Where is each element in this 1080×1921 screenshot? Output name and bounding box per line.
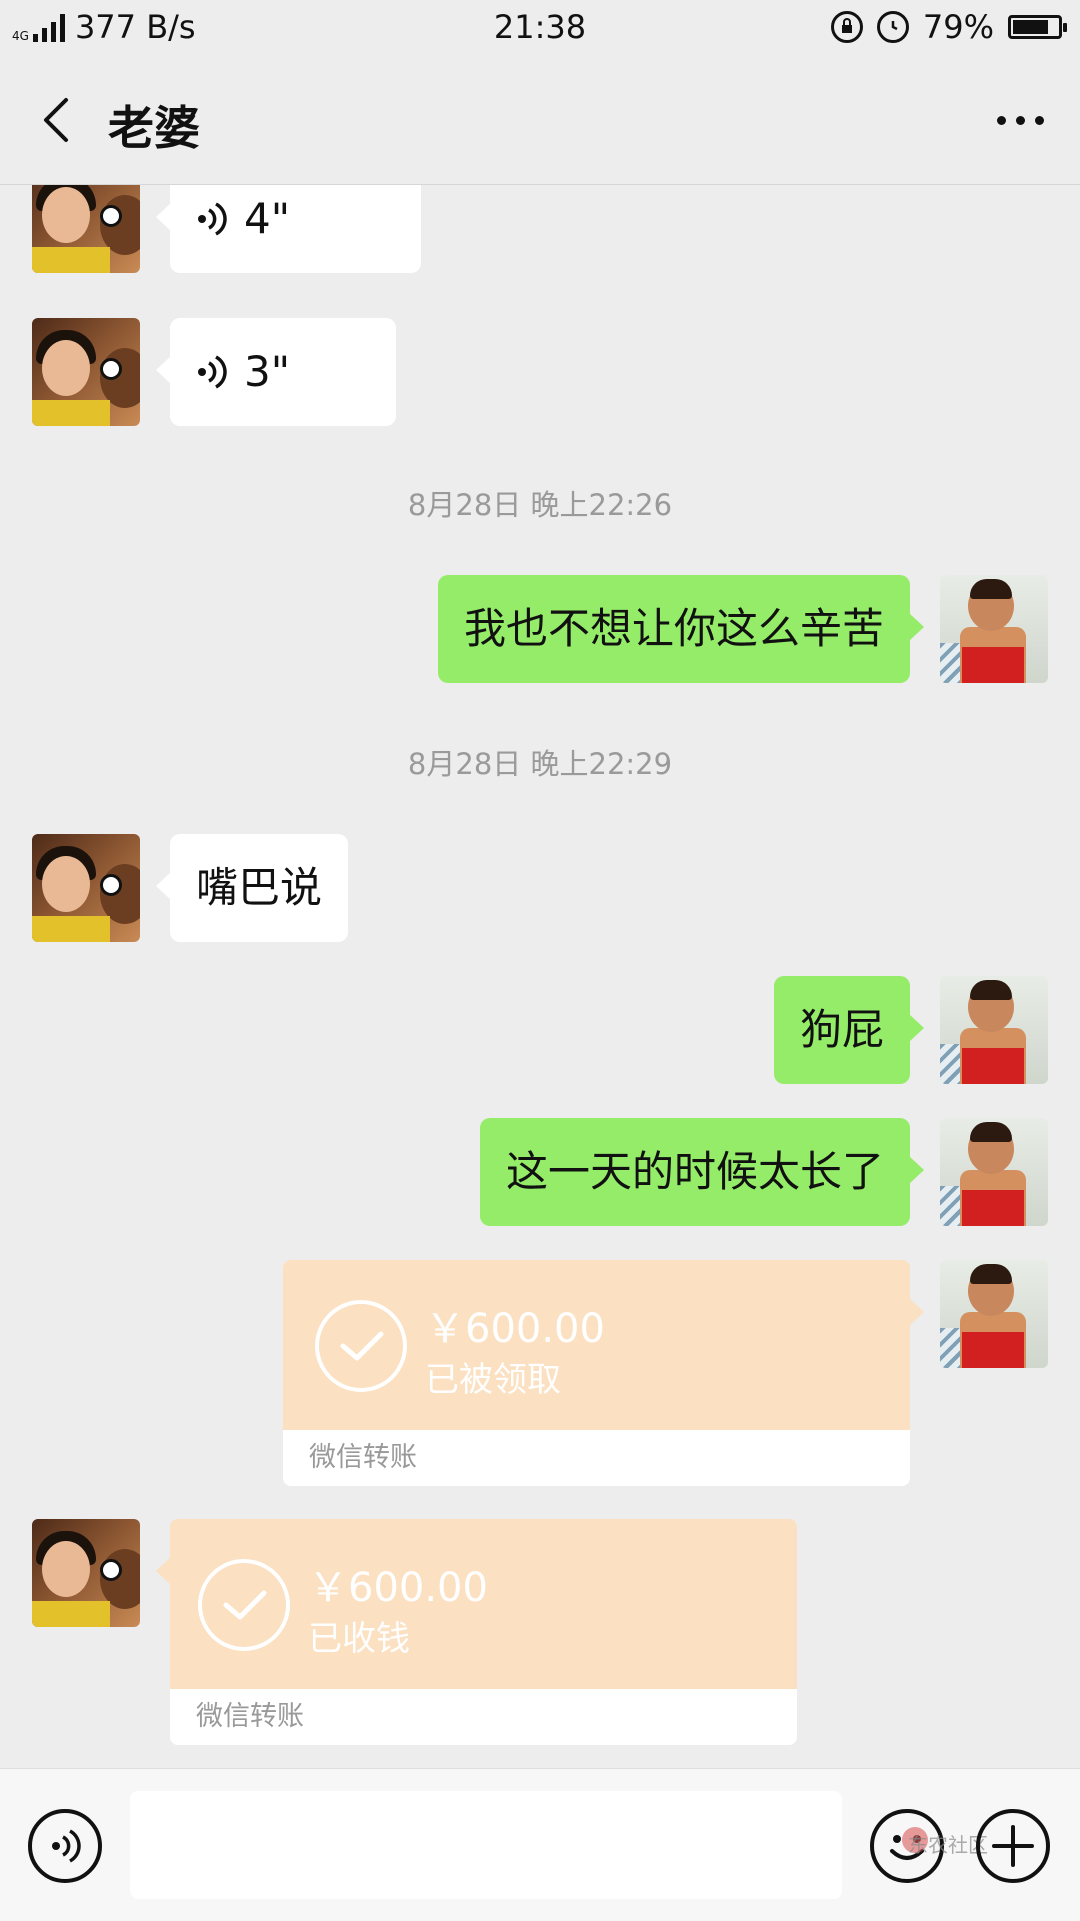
chat-header: 老婆 (0, 56, 1080, 185)
transfer-amount: ￥600.00 (425, 1306, 605, 1352)
battery-percent: 79% (922, 8, 994, 46)
chat-title: 老婆 (108, 101, 200, 155)
text-bubble[interactable]: 这一天的时候太长了 (479, 1118, 925, 1226)
check-icon (315, 1300, 407, 1392)
text-bubble[interactable]: 我也不想让你这么辛苦 (437, 575, 925, 683)
voice-bubble[interactable]: 3" (156, 318, 396, 426)
message-text-incoming: 嘴巴说 (0, 834, 1080, 942)
message-voice-incoming: 4" (0, 185, 1080, 273)
text-bubble[interactable]: 嘴巴说 (155, 834, 349, 942)
message-list[interactable]: 4" 3" 8月28日 晚上22:26 我也不想让你这么辛苦 8月28日 晚上2… (0, 185, 1080, 1767)
transfer-card[interactable]: ￥600.00 已收钱 微信转账 (156, 1519, 797, 1745)
clock: 21:38 (493, 8, 587, 46)
avatar[interactable] (32, 1519, 140, 1627)
timestamp: 8月28日 晚上22:29 (407, 747, 673, 781)
transfer-label: 微信转账 (283, 1430, 910, 1486)
text-bubble[interactable]: 狗屁 (773, 976, 925, 1084)
avatar[interactable] (32, 185, 140, 273)
avatar[interactable] (32, 834, 140, 942)
transfer-amount: ￥600.00 (308, 1565, 488, 1611)
alarm-icon (876, 11, 909, 43)
more-icon[interactable] (997, 102, 1044, 138)
check-icon (198, 1559, 290, 1651)
avatar[interactable] (940, 575, 1048, 683)
transfer-status: 已收钱 (308, 1619, 410, 1659)
message-transfer-outgoing: ￥600.00 已被领取 微信转账 (0, 1260, 1080, 1486)
input-bar: 东农社区 (0, 1768, 1080, 1921)
back-arrow-icon[interactable] (32, 92, 88, 148)
voice-duration: 4" (244, 194, 291, 243)
transfer-card[interactable]: ￥600.00 已被领取 微信转账 (283, 1260, 924, 1486)
avatar[interactable] (940, 1260, 1048, 1368)
transfer-status: 已被领取 (425, 1360, 561, 1400)
avatar[interactable] (940, 1118, 1048, 1226)
message-text-outgoing: 我也不想让你这么辛苦 (0, 575, 1080, 683)
transfer-label: 微信转账 (170, 1689, 797, 1745)
plus-icon[interactable] (976, 1809, 1050, 1883)
voice-bubble[interactable]: 4" (156, 185, 421, 273)
voice-duration: 3" (244, 347, 291, 396)
avatar[interactable] (940, 976, 1048, 1084)
message-text-outgoing: 狗屁 (0, 976, 1080, 1084)
battery-icon (1008, 15, 1067, 39)
timestamp: 8月28日 晚上22:26 (407, 488, 673, 522)
voice-wave-icon (198, 202, 227, 236)
avatar[interactable] (32, 318, 140, 426)
message-input[interactable] (130, 1791, 842, 1899)
message-voice-incoming: 3" (0, 318, 1080, 426)
lock-rotation-icon (830, 11, 863, 43)
status-bar: 4G 377 B/s 21:38 79% (0, 0, 1080, 56)
message-text-outgoing: 这一天的时候太长了 (0, 1118, 1080, 1226)
voice-wave-icon (198, 355, 227, 389)
message-transfer-incoming: ￥600.00 已收钱 微信转账 (0, 1519, 1080, 1745)
voice-input-icon[interactable] (28, 1809, 102, 1883)
